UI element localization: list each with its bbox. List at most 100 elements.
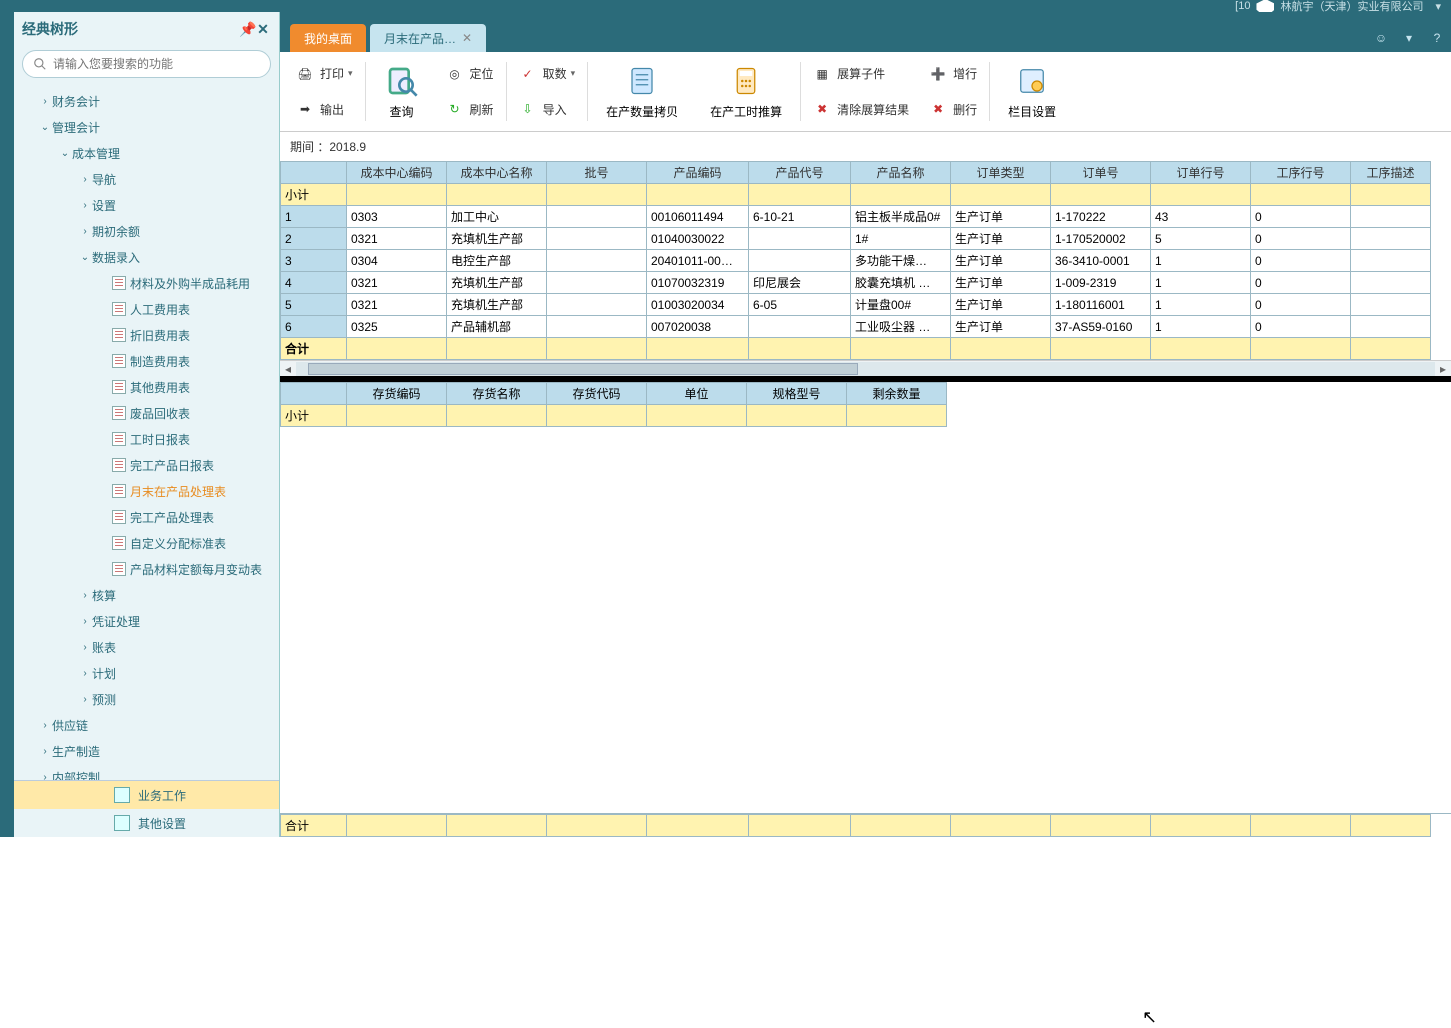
nav-item[interactable]: 产品材料定额每月变动表 bbox=[14, 556, 279, 582]
table-row[interactable]: 30304电控生产部20401011-00…多功能干燥…生产订单36-3410-… bbox=[281, 250, 1431, 272]
sidebar-footer-item[interactable]: 其他设置 bbox=[14, 809, 279, 837]
column-header[interactable]: 单位 bbox=[647, 383, 747, 405]
tab[interactable]: 我的桌面 bbox=[290, 24, 366, 52]
nav-item[interactable]: ⌄管理会计 bbox=[14, 114, 279, 140]
column-header[interactable]: 产品名称 bbox=[851, 162, 951, 184]
nav-item[interactable]: 完工产品处理表 bbox=[14, 504, 279, 530]
refresh-icon: ↻ bbox=[446, 100, 464, 118]
search-input[interactable] bbox=[53, 57, 260, 71]
nav-item[interactable]: 折旧费用表 bbox=[14, 322, 279, 348]
nav-item-label: 月末在产品处理表 bbox=[130, 483, 226, 500]
nav-item[interactable]: ›期初余额 bbox=[14, 218, 279, 244]
sidebar-close-icon[interactable]: ✕ bbox=[255, 21, 271, 38]
scroll-thumb[interactable] bbox=[308, 363, 858, 375]
nav-item[interactable]: 自定义分配标准表 bbox=[14, 530, 279, 556]
nav-item[interactable]: 人工费用表 bbox=[14, 296, 279, 322]
nav-item-label: 制造费用表 bbox=[130, 353, 190, 370]
document-icon bbox=[112, 380, 126, 394]
horizontal-scrollbar[interactable]: ◂ ▸ bbox=[280, 360, 1451, 376]
column-header[interactable]: 订单类型 bbox=[951, 162, 1051, 184]
scroll-left-icon[interactable]: ◂ bbox=[280, 362, 296, 376]
nav-item[interactable]: ›计划 bbox=[14, 660, 279, 686]
column-header[interactable]: 规格型号 bbox=[747, 383, 847, 405]
query-button[interactable]: 查询 bbox=[378, 59, 426, 124]
titlebar-dropdown-icon[interactable]: ▾ bbox=[1435, 0, 1441, 12]
nav-item[interactable]: 月末在产品处理表 bbox=[14, 478, 279, 504]
column-header[interactable]: 订单号 bbox=[1051, 162, 1151, 184]
nav-item[interactable]: ›核算 bbox=[14, 582, 279, 608]
document-icon bbox=[112, 510, 126, 524]
table-row[interactable]: 10303加工中心001060114946-10-21铝主板半成品0#生产订单1… bbox=[281, 206, 1431, 228]
nav-item[interactable]: ⌄数据录入 bbox=[14, 244, 279, 270]
add-row-button[interactable]: ➕增行 bbox=[925, 59, 981, 89]
nav-item-label: 预测 bbox=[92, 691, 116, 708]
chevron-icon: › bbox=[78, 642, 92, 653]
column-header[interactable]: 产品编码 bbox=[647, 162, 749, 184]
scroll-right-icon[interactable]: ▸ bbox=[1435, 362, 1451, 376]
nav-item[interactable]: ›账表 bbox=[14, 634, 279, 660]
nav-item[interactable]: ⌄成本管理 bbox=[14, 140, 279, 166]
column-header[interactable]: 成本中心编码 bbox=[347, 162, 447, 184]
refresh-button[interactable]: ↻刷新 bbox=[442, 94, 498, 124]
column-header[interactable]: 批号 bbox=[547, 162, 647, 184]
column-header[interactable]: 订单行号 bbox=[1151, 162, 1251, 184]
nav-item[interactable]: ›内部控制 bbox=[14, 764, 279, 780]
column-header[interactable]: 成本中心名称 bbox=[447, 162, 547, 184]
nav-item[interactable]: 材料及外购半成品耗用 bbox=[14, 270, 279, 296]
nav-item[interactable]: ›导航 bbox=[14, 166, 279, 192]
locate-button[interactable]: ◎定位 bbox=[442, 59, 498, 89]
column-header[interactable]: 工序行号 bbox=[1251, 162, 1351, 184]
tab-close-icon[interactable]: ✕ bbox=[462, 31, 472, 45]
column-header[interactable]: 产品代号 bbox=[749, 162, 851, 184]
clear-result-button[interactable]: ✖清除展算结果 bbox=[809, 94, 913, 124]
nav-item[interactable]: ›预测 bbox=[14, 686, 279, 712]
calculator-icon bbox=[728, 63, 764, 99]
sidebar-title: 经典树形 bbox=[22, 19, 78, 39]
fetch-button[interactable]: ✓取数 bbox=[515, 59, 580, 89]
tab[interactable]: 月末在产品…✕ bbox=[370, 24, 486, 52]
detail-grid[interactable]: 存货编码存货名称存货代码单位规格型号剩余数量小计 bbox=[280, 382, 1451, 427]
table-row[interactable]: 20321充填机生产部010400300221#生产订单1-1705200025… bbox=[281, 228, 1431, 250]
nav-item[interactable]: ›设置 bbox=[14, 192, 279, 218]
nav-item[interactable]: 工时日报表 bbox=[14, 426, 279, 452]
smiley-icon[interactable]: ☺ bbox=[1371, 28, 1391, 48]
column-header[interactable]: 工序描述 bbox=[1351, 162, 1431, 184]
tab-dropdown-icon[interactable]: ▾ bbox=[1399, 28, 1419, 48]
column-header[interactable]: 存货代码 bbox=[547, 383, 647, 405]
nav-item[interactable]: 完工产品日报表 bbox=[14, 452, 279, 478]
nav-item-label: 核算 bbox=[92, 587, 116, 604]
search-box[interactable] bbox=[22, 50, 271, 78]
nav-item[interactable]: 制造费用表 bbox=[14, 348, 279, 374]
help-icon[interactable]: ? bbox=[1427, 28, 1447, 48]
pin-icon[interactable]: 📌 bbox=[239, 21, 255, 38]
nav-item[interactable]: ›生产制造 bbox=[14, 738, 279, 764]
chevron-icon: › bbox=[78, 616, 92, 627]
gear-grid-icon bbox=[1014, 63, 1050, 99]
table-row[interactable]: 40321充填机生产部01070032319印尼展会胶囊充填机 …生产订单1-0… bbox=[281, 272, 1431, 294]
export-button[interactable]: ➡输出 bbox=[292, 94, 357, 124]
delete-row-button[interactable]: ✖删行 bbox=[925, 94, 981, 124]
subtotal-label: 小计 bbox=[281, 184, 347, 206]
nav-item[interactable]: ›凭证处理 bbox=[14, 608, 279, 634]
column-header[interactable]: 存货编码 bbox=[347, 383, 447, 405]
import-button[interactable]: ⇩导入 bbox=[515, 94, 580, 124]
column-header[interactable]: 存货名称 bbox=[447, 383, 547, 405]
nav-item[interactable]: 废品回收表 bbox=[14, 400, 279, 426]
delete-row-icon: ✖ bbox=[929, 100, 947, 118]
print-button[interactable]: 🖨打印 bbox=[292, 59, 357, 89]
main-grid[interactable]: 成本中心编码成本中心名称批号产品编码产品代号产品名称订单类型订单号订单行号工序行… bbox=[280, 161, 1451, 360]
column-header[interactable]: 剩余数量 bbox=[847, 383, 947, 405]
calc-hours-button[interactable]: 在产工时推算 bbox=[704, 59, 788, 124]
total-label: 合计 bbox=[281, 338, 347, 360]
copy-qty-button[interactable]: 在产数量拷贝 bbox=[600, 59, 684, 124]
nav-item-label: 成本管理 bbox=[72, 145, 120, 162]
table-row[interactable]: 60325产品辅机部007020038工业吸尘器 …生产订单37-AS59-01… bbox=[281, 316, 1431, 338]
nav-item[interactable]: 其他费用表 bbox=[14, 374, 279, 400]
sidebar-footer-item[interactable]: 业务工作 bbox=[14, 781, 279, 809]
nav-item[interactable]: ›供应链 bbox=[14, 712, 279, 738]
expand-children-button[interactable]: ▦展算子件 bbox=[809, 59, 913, 89]
table-row[interactable]: 50321充填机生产部010030200346-05计量盘00#生产订单1-18… bbox=[281, 294, 1431, 316]
chevron-icon: › bbox=[38, 746, 52, 757]
column-settings-button[interactable]: 栏目设置 bbox=[1002, 59, 1062, 124]
nav-item[interactable]: ›财务会计 bbox=[14, 88, 279, 114]
